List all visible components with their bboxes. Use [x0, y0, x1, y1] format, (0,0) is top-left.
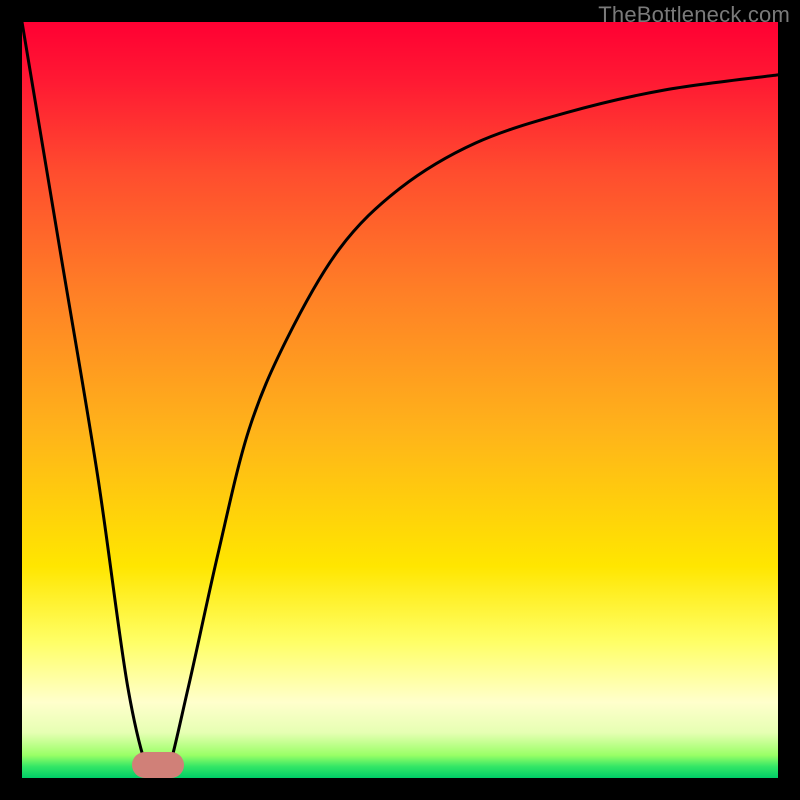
- optimal-zone-marker: [132, 752, 183, 778]
- plot-area: [22, 22, 778, 778]
- curve-layer: [22, 22, 778, 778]
- chart-frame: TheBottleneck.com: [0, 0, 800, 800]
- watermark-text: TheBottleneck.com: [598, 2, 790, 28]
- bottleneck-curve: [22, 22, 778, 778]
